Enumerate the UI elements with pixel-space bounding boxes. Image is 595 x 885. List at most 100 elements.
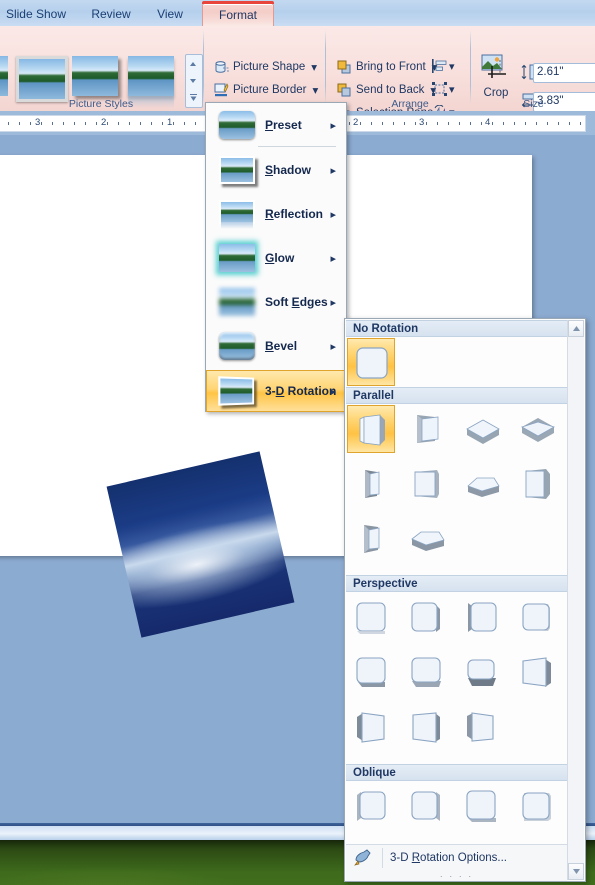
tab-review-label: Review <box>91 7 131 21</box>
bring-to-front-button[interactable]: Bring to Front ▾ <box>333 56 441 78</box>
tab-view[interactable]: View <box>146 3 194 26</box>
picture-border-arrow[interactable]: ▾ <box>313 83 319 97</box>
gallery-item-parallel-1[interactable] <box>347 405 395 453</box>
menu-item-glow-label: Glow <box>265 251 295 265</box>
menu-item-soft-edges-label: Soft Edges <box>265 295 328 309</box>
tab-format[interactable]: Format <box>202 1 274 27</box>
group-separator <box>203 30 204 104</box>
gallery-item-parallel-2[interactable] <box>402 405 450 453</box>
gallery-item-parallel-3[interactable] <box>457 405 505 453</box>
powerpoint-window: Slide Show Review View Format Picture St… <box>0 0 595 885</box>
gallery-item-parallel-6[interactable] <box>402 460 450 508</box>
menu-item-shadow[interactable]: Shadow ▸ <box>207 150 345 190</box>
ruler-tick <box>151 122 152 125</box>
picture-shape-arrow[interactable]: ▾ <box>311 60 317 74</box>
gallery-item-perspective-8[interactable] <box>512 648 560 696</box>
ruler-tick <box>437 122 438 125</box>
gallery-resize-grip[interactable]: · · · · <box>346 871 567 881</box>
ruler-tick <box>547 122 548 125</box>
menu-item-soft-edges[interactable]: Soft Edges ▸ <box>207 282 345 322</box>
group-separator <box>325 30 326 104</box>
options-paint-icon <box>353 848 375 868</box>
ruler-tick <box>371 122 372 125</box>
picture-shape-icon <box>215 61 229 73</box>
menu-item-reflection[interactable]: Reflection ▸ <box>207 194 345 234</box>
ruler-tick <box>481 122 482 125</box>
rotated-picture[interactable] <box>106 451 295 638</box>
menu-item-preset-label: Preset <box>265 118 302 132</box>
gallery-item-perspective-5[interactable] <box>347 648 395 696</box>
gallery-item-parallel-9[interactable] <box>347 515 395 563</box>
submenu-arrow-icon: ▸ <box>330 296 336 309</box>
menu-item-preset[interactable]: Preset ▸ <box>207 105 345 145</box>
gallery-scroll-up-icon[interactable] <box>186 56 200 72</box>
gallery-item-parallel-7[interactable] <box>457 460 505 508</box>
ruler-tick <box>184 122 185 125</box>
gallery-item-perspective-4[interactable] <box>512 593 560 641</box>
gallery-scroll-down-button[interactable] <box>568 863 584 880</box>
picture-style-thumbnail[interactable] <box>0 56 8 96</box>
ruler-tick <box>118 122 119 125</box>
shape-height-input[interactable]: 2.61" <box>533 63 595 83</box>
gallery-item-parallel-10[interactable] <box>402 515 450 563</box>
gallery-item-no-rotation-1[interactable] <box>347 338 395 386</box>
gallery-item-perspective-10[interactable] <box>402 703 450 751</box>
group-button[interactable]: ▾ <box>432 79 455 99</box>
ruler-tick <box>415 122 416 125</box>
picture-shape-label: Picture Shape <box>233 61 306 73</box>
menu-item-bevel[interactable]: Bevel ▸ <box>207 326 345 366</box>
picture-style-thumbnail[interactable] <box>128 56 174 108</box>
ruler-tick <box>382 122 383 125</box>
tab-review[interactable]: Review <box>82 3 140 26</box>
ruler-tick <box>162 122 163 125</box>
ruler-tick <box>107 122 108 125</box>
group-label-picture-styles: Picture Styles <box>68 98 134 110</box>
gallery-item-parallel-4[interactable] <box>512 405 560 453</box>
gallery-item-parallel-8[interactable] <box>512 460 560 508</box>
gallery-item-perspective-7[interactable] <box>457 648 505 696</box>
menu-item-bevel-label: Bevel <box>265 339 298 353</box>
gallery-scroll-down-icon[interactable] <box>186 73 200 89</box>
picture-style-thumbnail[interactable] <box>72 56 118 96</box>
horizontal-ruler-right[interactable]: 2 3 4 <box>344 115 586 132</box>
gallery-item-perspective-3[interactable] <box>457 593 505 641</box>
gallery-item-perspective-6[interactable] <box>402 648 450 696</box>
ruler-tick <box>448 122 449 125</box>
gallery-scrollbar[interactable] <box>567 320 584 880</box>
gallery-item-parallel-5[interactable] <box>347 460 395 508</box>
shadow-icon <box>219 156 255 184</box>
picture-shape-button[interactable]: Picture Shape ▾ <box>209 56 321 78</box>
gallery-item-oblique-1[interactable] <box>347 782 395 830</box>
glow-icon <box>219 244 255 272</box>
ruler-tick <box>558 122 559 125</box>
menu-item-glow[interactable]: Glow ▸ <box>207 238 345 278</box>
gallery-more-icon[interactable] <box>186 90 200 106</box>
ruler-number: 3 <box>419 117 425 128</box>
menu-item-3d-rotation[interactable]: 3-D Rotation ▸ <box>206 370 346 412</box>
gallery-item-oblique-3[interactable] <box>457 782 505 830</box>
gallery-scroll-up-button[interactable] <box>568 320 584 337</box>
send-to-back-icon <box>337 83 351 96</box>
3d-rotation-options-row[interactable]: 3-D Rotation Options... <box>346 844 567 871</box>
gallery-item-oblique-4[interactable] <box>512 782 560 830</box>
crop-button[interactable]: Crop <box>478 54 514 99</box>
ruler-tick <box>52 122 53 125</box>
group-arrow[interactable]: ▾ <box>449 83 455 96</box>
bevel-icon <box>219 332 255 360</box>
picture-border-button[interactable]: Picture Border ▾ <box>209 79 322 101</box>
gallery-category-perspective: Perspective <box>346 575 567 592</box>
send-to-back-label: Send to Back <box>356 84 425 96</box>
ruler-tick <box>426 122 427 125</box>
gallery-item-perspective-9[interactable] <box>347 703 395 751</box>
align-button[interactable]: ▾ <box>432 56 455 76</box>
picture-border-label: Picture Border <box>233 84 307 96</box>
align-arrow[interactable]: ▾ <box>449 60 455 73</box>
tab-slide-show[interactable]: Slide Show <box>0 3 72 26</box>
picture-style-thumbnail[interactable] <box>16 56 68 102</box>
ruler-tick <box>63 122 64 125</box>
gallery-item-oblique-2[interactable] <box>402 782 450 830</box>
gallery-item-perspective-2[interactable] <box>402 593 450 641</box>
picture-styles-gallery[interactable] <box>0 56 186 108</box>
gallery-item-perspective-1[interactable] <box>347 593 395 641</box>
gallery-item-perspective-11[interactable] <box>457 703 505 751</box>
